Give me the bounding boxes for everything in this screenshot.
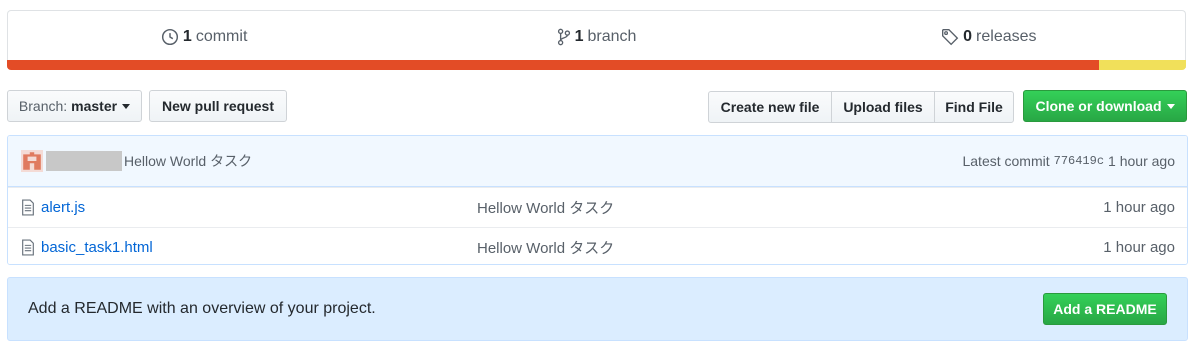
avatar[interactable] (21, 150, 43, 172)
clone-label: Clone or download (1035, 98, 1162, 114)
commits-link[interactable]: 1 commit (8, 11, 400, 63)
author-name-redacted (46, 151, 122, 171)
branch-label: branch (587, 28, 637, 45)
readme-prompt-message: Add a README with an overview of your pr… (28, 300, 376, 317)
file-icon (22, 239, 34, 256)
releases-link[interactable]: 0 releases (793, 11, 1185, 63)
git-branch-icon (557, 28, 570, 46)
branch-select-button[interactable]: Branch: master (7, 90, 142, 122)
language-segment[interactable] (1098, 60, 1186, 70)
file-icon (22, 199, 34, 216)
commit-sha-link[interactable]: 776419c (1054, 154, 1104, 168)
branches-link[interactable]: 1 branch (400, 11, 792, 63)
file-age: 1 hour ago (1103, 199, 1175, 216)
file-name-link[interactable]: basic_task1.html (41, 239, 471, 256)
branch-prefix: Branch: (18, 98, 68, 114)
branch-name: master (71, 98, 118, 114)
release-label: releases (976, 28, 1037, 45)
add-readme-button[interactable]: Add a README (1043, 293, 1167, 325)
commit-count: 1 (182, 28, 192, 45)
file-commit-message[interactable]: Hellow World タスク (477, 237, 614, 258)
file-row: basic_task1.html Hellow World タスク 1 hour… (8, 227, 1187, 264)
latest-commit-message[interactable]: Hellow World タスク (124, 151, 252, 171)
caret-down-icon (1166, 103, 1175, 109)
readme-prompt: Add a README with an overview of your pr… (7, 277, 1188, 341)
file-age: 1 hour ago (1103, 239, 1175, 256)
clone-or-download-button[interactable]: Clone or download (1023, 90, 1187, 122)
latest-commit-bar: Hellow World タスク Latest commit 776419c 1… (8, 136, 1187, 187)
language-segment[interactable] (7, 60, 1099, 70)
commit-label: commit (195, 28, 248, 45)
branch-count: 1 (574, 28, 584, 45)
create-new-file-button[interactable]: Create new file (708, 91, 832, 123)
file-commit-message[interactable]: Hellow World タスク (477, 197, 614, 218)
latest-commit-age: 1 hour ago (1108, 153, 1175, 169)
tag-icon (942, 29, 959, 46)
file-table: Hellow World タスク Latest commit 776419c 1… (7, 135, 1188, 265)
file-actions-group: Create new file Upload files Find File (708, 91, 1014, 123)
latest-commit-info: Latest commit 776419c 1 hour ago (962, 136, 1175, 186)
file-row: alert.js Hellow World タスク 1 hour ago (8, 187, 1187, 227)
history-icon (161, 28, 178, 46)
release-count: 0 (963, 28, 973, 45)
caret-down-icon (122, 103, 131, 109)
upload-files-button[interactable]: Upload files (831, 91, 935, 123)
latest-commit-prefix: Latest commit (962, 153, 1050, 169)
find-file-button[interactable]: Find File (934, 91, 1014, 123)
file-name-link[interactable]: alert.js (41, 199, 471, 216)
new-pull-request-button[interactable]: New pull request (149, 90, 287, 122)
language-bar[interactable] (7, 60, 1186, 70)
